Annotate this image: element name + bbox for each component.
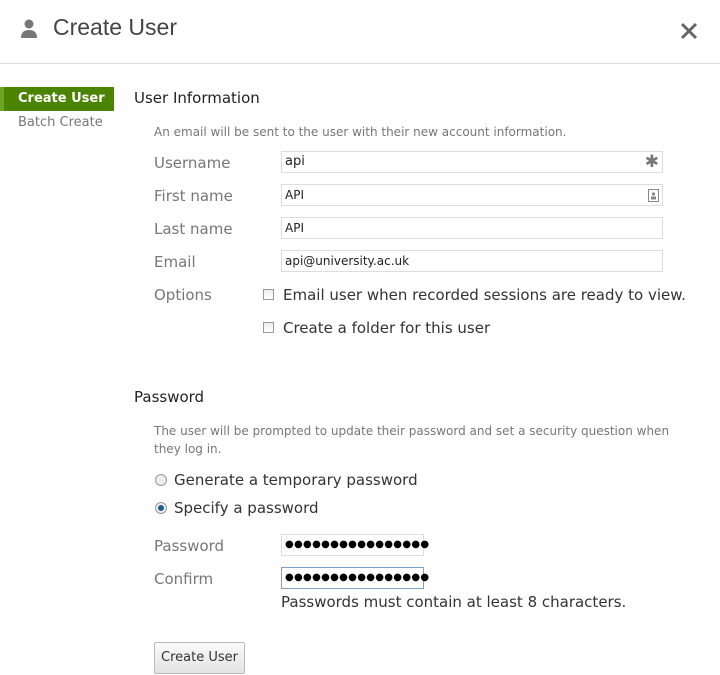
user-icon xyxy=(21,19,37,38)
close-icon[interactable] xyxy=(676,18,702,44)
required-asterisk-icon: ✱ xyxy=(644,152,659,172)
username-input[interactable]: api ✱ xyxy=(281,151,663,173)
password-description-1: The user will be prompted to update thei… xyxy=(154,424,670,438)
options-label: Options xyxy=(154,286,212,304)
specify-password-label[interactable]: Specify a password xyxy=(174,499,319,517)
password-hint: Passwords must contain at least 8 charac… xyxy=(281,593,627,611)
confirm-label: Confirm xyxy=(154,570,214,588)
user-info-description: An email will be sent to the user with t… xyxy=(154,125,567,139)
create-user-button[interactable]: Create User xyxy=(154,642,245,674)
contact-card-icon xyxy=(648,189,659,202)
last-name-input[interactable]: API xyxy=(281,217,663,239)
dialog-title: Create User xyxy=(53,14,177,40)
user-info-heading: User Information xyxy=(134,89,260,107)
password-heading: Password xyxy=(134,388,205,406)
username-label: Username xyxy=(154,154,231,172)
password-label: Password xyxy=(154,537,225,555)
email-label: Email xyxy=(154,253,196,271)
create-folder-checkbox[interactable] xyxy=(263,322,274,333)
sidebar-item-batch-create[interactable]: Batch Create xyxy=(0,111,114,135)
username-value: api xyxy=(285,154,305,169)
dialog-header: Create User xyxy=(0,0,720,64)
generate-password-radio[interactable] xyxy=(155,474,167,486)
email-sessions-checkbox[interactable] xyxy=(263,289,274,300)
first-name-value: API xyxy=(285,188,304,202)
last-name-label: Last name xyxy=(154,220,233,238)
specify-password-radio[interactable] xyxy=(155,502,167,514)
create-folder-label[interactable]: Create a folder for this user xyxy=(283,319,490,337)
email-input[interactable]: api@university.ac.uk xyxy=(281,250,663,272)
password-input[interactable]: ●●●●●●●●●●●●●●●● xyxy=(281,534,429,556)
sidebar-item-create-user[interactable]: Create User xyxy=(0,87,114,111)
first-name-label: First name xyxy=(154,187,233,205)
first-name-input[interactable]: API xyxy=(281,184,663,206)
generate-password-label[interactable]: Generate a temporary password xyxy=(174,471,418,489)
email-sessions-label[interactable]: Email user when recorded sessions are re… xyxy=(283,286,686,304)
confirm-password-input[interactable]: ●●●●●●●●●●●●●●●● xyxy=(281,567,429,589)
password-description-2: they log in. xyxy=(154,442,222,456)
